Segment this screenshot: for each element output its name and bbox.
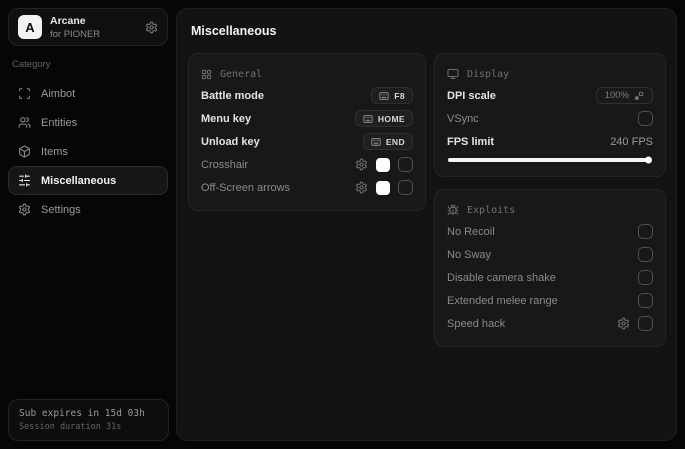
app-window: A Arcane for PIONER Category Aimbot Enti…	[0, 0, 685, 449]
fps-limit-value: 240 FPS	[610, 135, 653, 148]
scaling-icon	[634, 91, 644, 101]
gear-icon[interactable]	[355, 181, 368, 194]
unload-key-keybind[interactable]: END	[362, 133, 413, 150]
fps-limit-slider-fill	[448, 158, 650, 162]
speed-hack-checkbox[interactable]	[638, 316, 653, 331]
sub-expiry-text: Sub expires in 15d 03h	[19, 408, 145, 419]
display-card-title: Display	[447, 64, 653, 84]
card-title-label: Display	[467, 68, 510, 80]
sidebar-item-label: Aimbot	[41, 87, 76, 100]
sidebar-nav: Aimbot Entities Items Miscellaneous Sett…	[8, 79, 168, 224]
right-column: Display DPI scale 100% VSync FPS limit 2…	[434, 53, 666, 347]
sidebar-item-label: Miscellaneous	[41, 174, 117, 187]
vsync-checkbox[interactable]	[638, 111, 653, 126]
fps-limit-label: FPS limit	[447, 135, 495, 148]
battle-mode-label: Battle mode	[201, 89, 264, 102]
gear-icon[interactable]	[355, 158, 368, 171]
dpi-scale-value: 100%	[604, 90, 629, 101]
page-title: Miscellaneous	[191, 24, 277, 38]
exploits-card: Exploits No Recoil No Sway Disable camer…	[434, 189, 666, 347]
card-title-label: General	[220, 68, 263, 80]
dpi-scale-select[interactable]: 100%	[595, 87, 653, 104]
menu-key-label: Menu key	[201, 112, 252, 125]
sidebar: A Arcane for PIONER Category Aimbot Enti…	[0, 0, 176, 449]
keybind-value: HOME	[377, 113, 405, 124]
unload-key-row: Unload key END	[201, 130, 413, 153]
sidebar-item-label: Entities	[41, 116, 78, 129]
exploits-card-title: Exploits	[447, 200, 653, 220]
no-sway-label: No Sway	[447, 248, 492, 261]
offscreen-arrows-color-swatch[interactable]	[376, 180, 390, 195]
sliders-icon	[18, 174, 31, 187]
gear-icon[interactable]	[617, 317, 630, 330]
session-duration-text: Session duration 31s	[19, 422, 122, 432]
offscreen-arrows-row: Off-Screen arrows	[201, 176, 413, 199]
monitor-icon	[447, 68, 459, 80]
gear-icon[interactable]	[145, 21, 158, 34]
no-recoil-checkbox[interactable]	[638, 224, 653, 239]
gear-icon	[18, 203, 31, 216]
offscreen-arrows-label: Off-Screen arrows	[201, 181, 291, 194]
sidebar-item-settings[interactable]: Settings	[8, 195, 168, 224]
extended-melee-range-label: Extended melee range	[447, 294, 558, 307]
dpi-scale-label: DPI scale	[447, 89, 496, 102]
keyboard-icon	[379, 91, 389, 101]
card-title-label: Exploits	[467, 204, 516, 216]
general-card: General Battle mode F8 Menu key HOME Unl…	[188, 53, 426, 211]
speed-hack-row: Speed hack	[447, 312, 653, 335]
crosshair-label: Crosshair	[201, 158, 249, 171]
sidebar-item-items[interactable]: Items	[8, 137, 168, 166]
app-logo: A	[18, 15, 42, 39]
vsync-label: VSync	[447, 112, 479, 125]
users-icon	[18, 116, 31, 129]
app-name: Arcane	[50, 14, 86, 27]
sidebar-item-miscellaneous[interactable]: Miscellaneous	[8, 166, 168, 195]
disable-camera-shake-label: Disable camera shake	[447, 271, 556, 284]
fps-limit-row: FPS limit 240 FPS	[447, 130, 653, 153]
app-header-card: A Arcane for PIONER	[8, 8, 168, 46]
extended-melee-range-checkbox[interactable]	[638, 293, 653, 308]
no-sway-checkbox[interactable]	[638, 247, 653, 262]
general-card-title: General	[201, 64, 413, 84]
dpi-scale-row: DPI scale 100%	[447, 84, 653, 107]
content-columns: General Battle mode F8 Menu key HOME Unl…	[188, 53, 666, 347]
menu-key-keybind[interactable]: HOME	[354, 110, 413, 127]
disable-camera-shake-row: Disable camera shake	[447, 266, 653, 289]
keybind-value: END	[385, 136, 405, 147]
scan-icon	[18, 87, 31, 100]
no-sway-row: No Sway	[447, 243, 653, 266]
crosshair-row: Crosshair	[201, 153, 413, 176]
extended-melee-range-row: Extended melee range	[447, 289, 653, 312]
battle-mode-keybind[interactable]: F8	[371, 87, 413, 104]
keyboard-icon	[371, 137, 381, 147]
crosshair-color-swatch[interactable]	[376, 157, 390, 172]
sidebar-item-label: Settings	[41, 203, 81, 216]
keybind-value: F8	[394, 90, 405, 101]
main-panel: Miscellaneous General Battle mode F8 Men…	[176, 8, 677, 441]
grid-icon	[201, 69, 212, 80]
no-recoil-label: No Recoil	[447, 225, 495, 238]
battle-mode-row: Battle mode F8	[201, 84, 413, 107]
box-icon	[18, 145, 31, 158]
offscreen-arrows-checkbox[interactable]	[398, 180, 413, 195]
sidebar-item-entities[interactable]: Entities	[8, 108, 168, 137]
bug-icon	[447, 204, 459, 216]
unload-key-label: Unload key	[201, 135, 260, 148]
crosshair-checkbox[interactable]	[398, 157, 413, 172]
sidebar-item-label: Items	[41, 145, 68, 158]
keyboard-icon	[363, 114, 373, 124]
vsync-row: VSync	[447, 107, 653, 130]
brand-text: Arcane for PIONER	[50, 15, 100, 40]
app-subtitle: for PIONER	[50, 28, 101, 40]
no-recoil-row: No Recoil	[447, 220, 653, 243]
subscription-card: Sub expires in 15d 03h Session duration …	[8, 399, 169, 441]
speed-hack-label: Speed hack	[447, 317, 506, 330]
fps-limit-slider[interactable]	[448, 158, 652, 162]
category-label: Category	[12, 59, 51, 70]
display-card: Display DPI scale 100% VSync FPS limit 2…	[434, 53, 666, 177]
disable-camera-shake-checkbox[interactable]	[638, 270, 653, 285]
sidebar-item-aimbot[interactable]: Aimbot	[8, 79, 168, 108]
menu-key-row: Menu key HOME	[201, 107, 413, 130]
